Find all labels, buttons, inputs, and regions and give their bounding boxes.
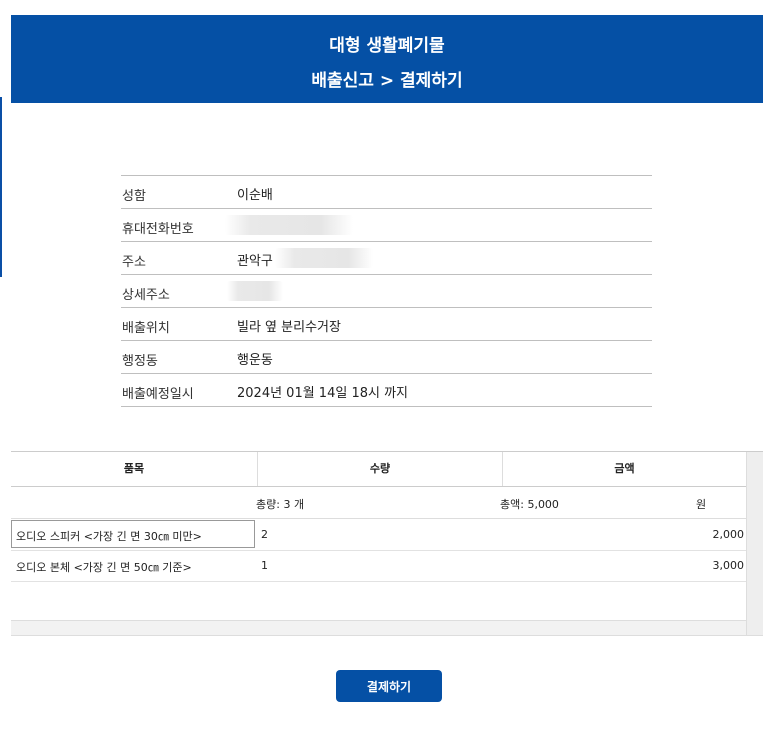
- column-header-qty: 수량: [369, 462, 391, 475]
- info-row-location: 배출위치 빌라 옆 분리수거장: [121, 308, 652, 341]
- item-price: 3,000: [712, 559, 745, 572]
- applicant-info: 성함 이순배 휴대전화번호 주소 관악구 상세주소 배출위치 빌라 옆 분리수거…: [121, 175, 652, 407]
- item-price: 2,000: [712, 528, 745, 541]
- currency-unit: 원: [696, 498, 707, 511]
- table-row[interactable]: 오디오 스피커 <가장 긴 면 30㎝ 미만> 2 2,000: [11, 519, 746, 551]
- info-value: 2024년 01월 14일 18시 까지: [237, 386, 408, 401]
- page-title: 대형 생활폐기물: [329, 36, 445, 56]
- info-row-name: 성함 이순배: [121, 176, 652, 209]
- left-accent-bar: [0, 97, 2, 277]
- table-summary-row: 총량: 3 개 총액: 5,000 원: [11, 487, 746, 519]
- item-qty: 1: [261, 559, 268, 572]
- info-label: 배출예정일시: [122, 387, 194, 402]
- pay-button[interactable]: 결제하기: [336, 670, 442, 702]
- item-name: 오디오 스피커 <가장 긴 면 30㎝ 미만>: [16, 530, 202, 543]
- table-header: 품목 수량 금액: [11, 452, 746, 487]
- column-header-amount: 금액: [614, 462, 635, 475]
- page-subtitle: 배출신고 > 결제하기: [311, 71, 463, 91]
- info-label: 행정동: [122, 354, 158, 369]
- info-row-district: 행정동 행운동: [121, 341, 652, 374]
- total-quantity: 총량: 3 개: [256, 498, 305, 511]
- info-row-schedule: 배출예정일시 2024년 01월 14일 18시 까지: [121, 374, 652, 407]
- info-row-address: 주소 관악구: [121, 242, 652, 275]
- info-row-phone: 휴대전화번호: [121, 209, 652, 242]
- info-label: 주소: [122, 255, 146, 270]
- horizontal-scrollbar[interactable]: [11, 620, 746, 635]
- vertical-scrollbar[interactable]: [746, 452, 763, 635]
- info-label: 성함: [122, 189, 146, 204]
- info-value: 이순배: [237, 188, 273, 203]
- page-header: 대형 생활폐기물 배출신고 > 결제하기: [11, 15, 763, 103]
- info-value: 관악구: [237, 254, 273, 269]
- table-row[interactable]: 오디오 본체 <가장 긴 면 50㎝ 기준> 1 3,000: [11, 550, 746, 582]
- item-name: 오디오 본체 <가장 긴 면 50㎝ 기준>: [16, 561, 192, 574]
- redacted-address: [275, 248, 373, 268]
- info-row-detail-address: 상세주소: [121, 275, 652, 308]
- info-value: 빌라 옆 분리수거장: [237, 320, 341, 335]
- info-label: 휴대전화번호: [122, 222, 194, 237]
- column-header-item: 품목: [123, 462, 145, 475]
- redacted-phone: [225, 215, 353, 235]
- info-label: 배출위치: [122, 321, 170, 336]
- items-table: 품목 수량 금액 총량: 3 개 총액: 5,000 원 오디오 스피커 <가장…: [11, 451, 763, 636]
- info-label: 상세주소: [122, 288, 170, 303]
- info-value: 행운동: [237, 353, 273, 368]
- item-qty: 2: [261, 528, 268, 541]
- total-amount: 총액: 5,000: [500, 498, 559, 511]
- redacted-detail-address: [227, 281, 283, 301]
